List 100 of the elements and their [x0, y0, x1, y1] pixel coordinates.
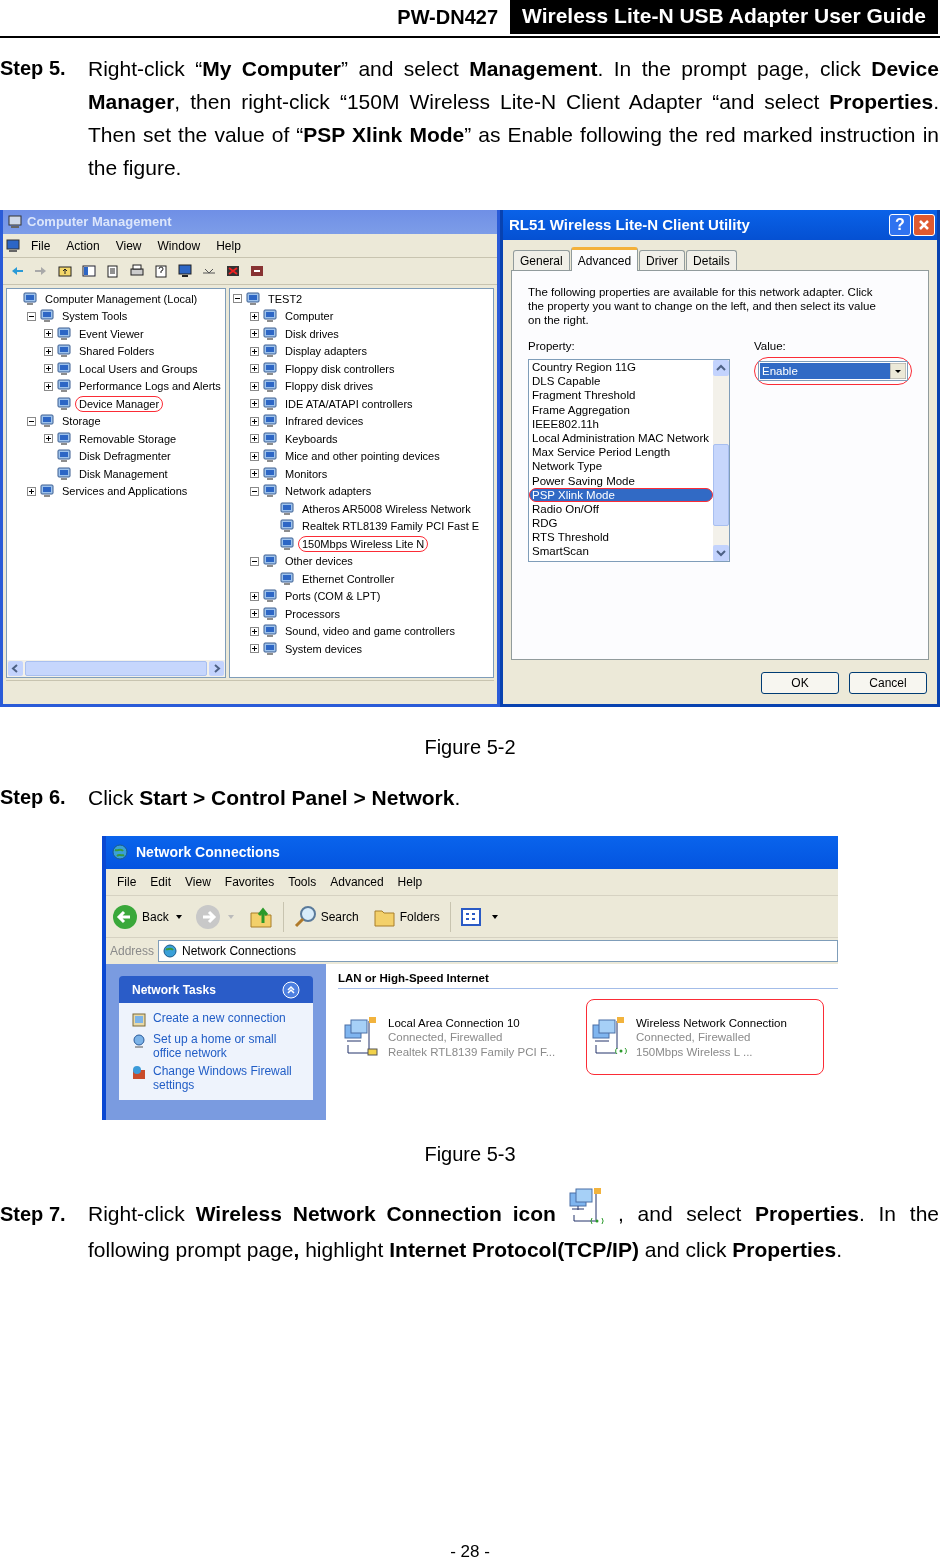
menu-item[interactable]: File [112, 873, 142, 891]
vertical-scrollbar[interactable] [713, 360, 729, 561]
tree-item[interactable]: Disk drives [281, 325, 343, 342]
tree-item[interactable]: Local Users and Groups [75, 360, 202, 377]
scroll-left-icon[interactable] [8, 661, 23, 676]
expand-icon[interactable] [44, 364, 53, 374]
tree-item[interactable]: System Tools [58, 308, 132, 325]
property-item[interactable]: RDG [529, 516, 713, 531]
expand-icon[interactable] [250, 434, 259, 444]
property-item[interactable]: Frame Aggregation [529, 402, 713, 417]
dialog-button[interactable]: Cancel [849, 672, 927, 694]
menu-item[interactable]: Help [210, 236, 247, 255]
collapse-icon[interactable] [233, 294, 242, 304]
connection-item[interactable]: Wireless Network Connection Connected, Firewalled 150Mbps Wireless L ... [586, 999, 824, 1076]
tree-item[interactable]: Other devices [281, 553, 357, 570]
horizontal-scrollbar[interactable] [7, 660, 225, 677]
task-link[interactable]: Create a new connection [153, 1011, 286, 1025]
expand-icon[interactable] [250, 644, 259, 654]
tree-item[interactable]: Computer Management (Local) [41, 290, 202, 307]
collapse-icon[interactable] [250, 556, 259, 566]
property-item[interactable]: Fragment Threshold [529, 388, 713, 403]
menu-item[interactable]: Edit [145, 873, 177, 891]
menu-item[interactable]: View [109, 236, 148, 255]
scroll-up-icon[interactable] [713, 360, 729, 376]
expand-icon[interactable] [250, 626, 259, 636]
back-button[interactable]: Back [112, 903, 169, 930]
tree-item[interactable]: Floppy disk drives [281, 378, 378, 395]
expand-icon[interactable] [250, 469, 259, 479]
expand-icon[interactable] [250, 346, 259, 356]
task-link[interactable]: Set up a home or small office network [153, 1032, 301, 1060]
tab[interactable]: General [513, 250, 570, 270]
tree-item[interactable]: Performance Logs and Alerts [75, 378, 225, 395]
tree-item[interactable]: Storage [58, 413, 105, 430]
property-item[interactable]: DLS Capable [529, 374, 713, 389]
scroll-right-icon[interactable] [209, 661, 224, 676]
expand-icon[interactable] [44, 381, 53, 391]
tree-item[interactable]: Computer [281, 308, 338, 325]
tree-item[interactable]: Event Viewer [75, 325, 148, 342]
collapse-icon[interactable] [27, 311, 36, 321]
expand-icon[interactable] [250, 381, 259, 391]
tree-item[interactable]: Ports (COM & LPT) [281, 588, 385, 605]
expand-icon[interactable] [27, 486, 36, 496]
property-item[interactable]: Power Saving Mode [529, 473, 713, 488]
folder-up-icon[interactable] [57, 263, 73, 279]
tree-item[interactable]: Floppy disk controllers [281, 360, 399, 377]
tree-item[interactable]: Keyboards [281, 430, 342, 447]
expand-icon[interactable] [250, 591, 259, 601]
tab[interactable]: Details [686, 250, 737, 270]
scroll-thumb[interactable] [25, 661, 207, 676]
property-item[interactable]: RTS Threshold [529, 530, 713, 545]
tree-item[interactable]: Realtek RTL8139 Family PCI Fast E [298, 518, 484, 535]
collapse-icon[interactable] [27, 416, 36, 426]
menu-item[interactable]: Favorites [219, 873, 280, 891]
tree-item[interactable]: IDE ATA/ATAPI controllers [281, 395, 417, 412]
device-disable-icon[interactable] [249, 263, 265, 279]
caret-icon[interactable] [174, 912, 183, 921]
task-link[interactable]: Change Windows Firewall settings [153, 1064, 301, 1092]
help-button[interactable]: ? [889, 214, 911, 236]
printer-icon[interactable] [129, 263, 145, 279]
expand-icon[interactable] [250, 364, 259, 374]
tree-item[interactable]: Display adapters [281, 343, 371, 360]
tree-item[interactable]: Sound, video and game controllers [281, 623, 459, 640]
caret-icon[interactable] [490, 912, 499, 921]
menu-item[interactable]: Action [60, 236, 106, 255]
expand-icon[interactable] [44, 434, 53, 444]
property-item[interactable]: Network Type [529, 459, 713, 474]
menu-item[interactable]: Window [151, 236, 207, 255]
property-item[interactable]: SmartScan [529, 544, 713, 559]
folders-button[interactable]: Folders [372, 905, 440, 928]
tree-item[interactable]: Services and Applications [58, 483, 192, 500]
property-item[interactable]: PSP Xlink Mode [529, 487, 713, 502]
expand-icon[interactable] [250, 329, 259, 339]
tree-item[interactable]: Removable Storage [75, 430, 181, 447]
expand-icon[interactable] [250, 416, 259, 426]
expand-icon[interactable] [250, 311, 259, 321]
connection-item[interactable]: Local Area Connection 10 Connected, Firewalled Realtek RTL8139 Family PCI F... [338, 999, 576, 1076]
menu-item[interactable]: Help [392, 873, 428, 891]
tree-item[interactable]: Ethernet Controller [298, 570, 399, 587]
menu-item[interactable]: View [180, 873, 216, 891]
property-item[interactable]: IEEE802.11h [529, 416, 713, 431]
tree-item[interactable]: TEST2 [264, 290, 307, 307]
tree-item[interactable]: Shared Folders [75, 343, 159, 360]
scroll-down-icon[interactable] [713, 545, 729, 561]
expand-icon[interactable] [250, 451, 259, 461]
computer-icon[interactable] [177, 263, 193, 279]
search-button[interactable]: Search [293, 904, 359, 929]
menu-item[interactable]: Advanced [325, 873, 389, 891]
tree-item[interactable]: Processors [281, 605, 345, 622]
help-icon[interactable] [153, 263, 169, 279]
expand-icon[interactable] [250, 609, 259, 619]
panel-icon[interactable] [81, 263, 97, 279]
dialog-button[interactable]: OK [761, 672, 839, 694]
scroll-thumb[interactable] [713, 444, 729, 526]
property-item[interactable]: Max Service Period Length [529, 445, 713, 460]
address-field[interactable]: Network Connections [158, 940, 838, 962]
properties-icon[interactable] [105, 263, 121, 279]
tree-item[interactable]: Network adapters [281, 483, 376, 500]
close-button[interactable] [913, 214, 935, 236]
tab[interactable]: Advanced [570, 247, 639, 271]
tree-item[interactable]: Infrared devices [281, 413, 368, 430]
